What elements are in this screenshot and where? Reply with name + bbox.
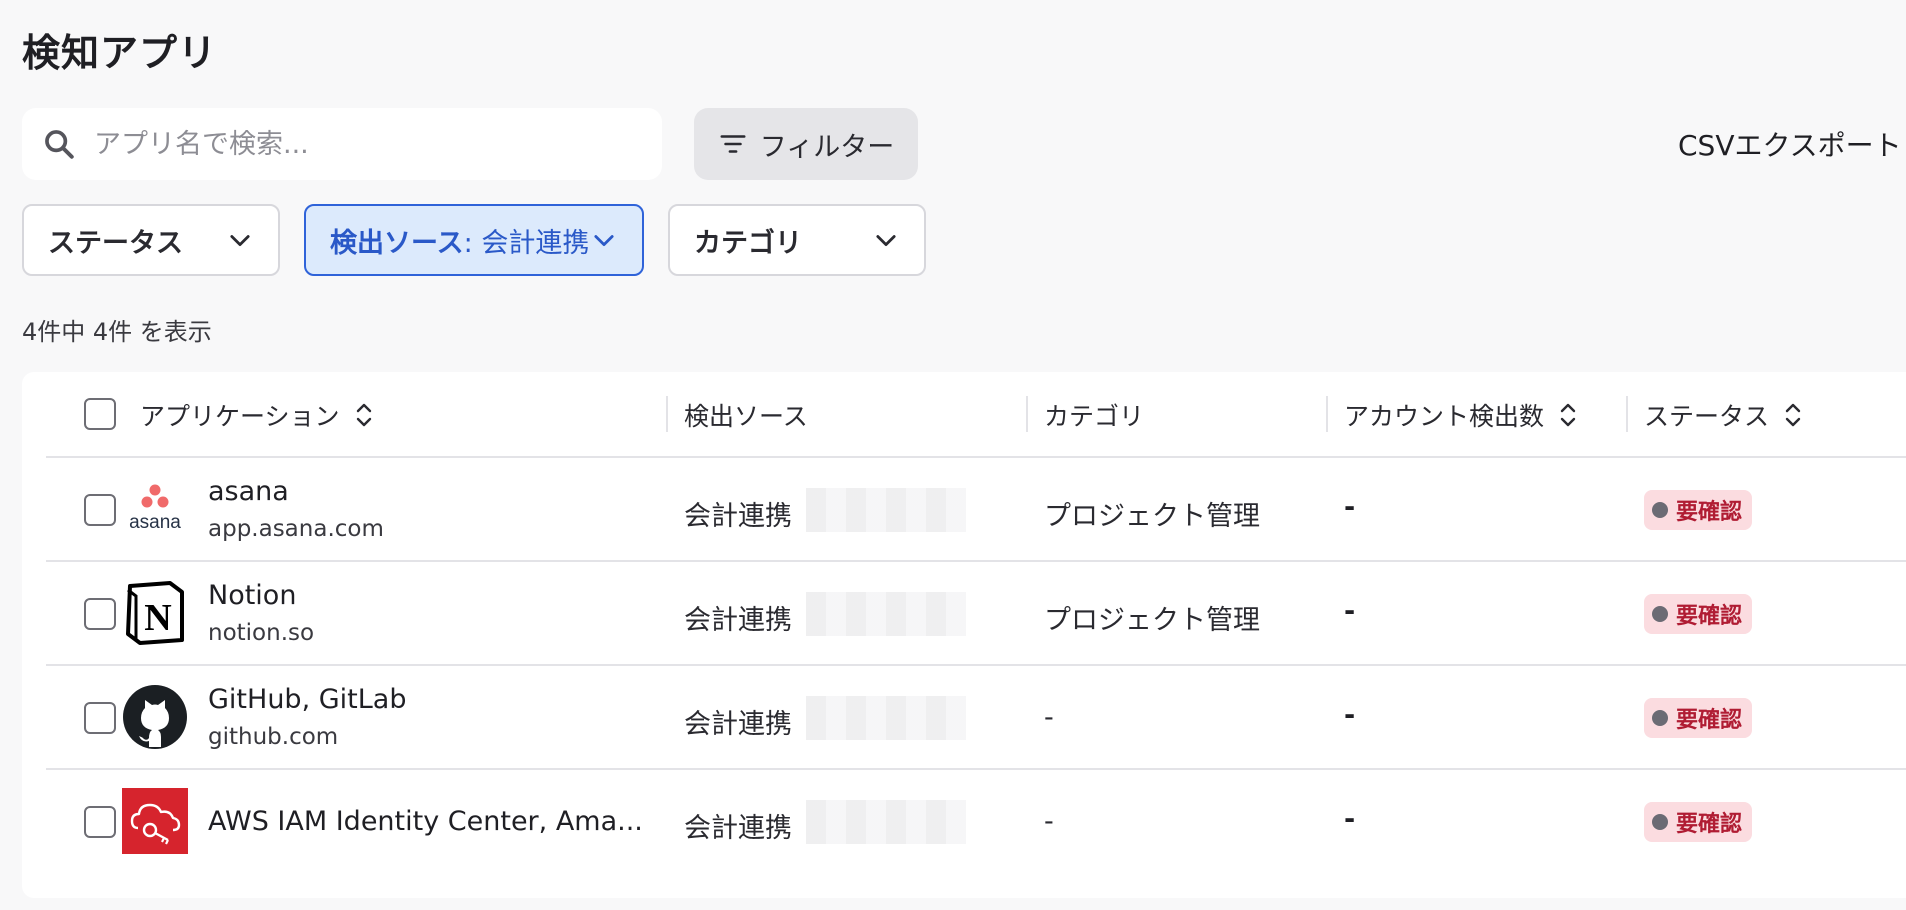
search-box[interactable] xyxy=(22,108,662,180)
app-domain: app.asana.com xyxy=(208,516,384,542)
app-domain: notion.so xyxy=(208,620,315,646)
column-header-application-label: アプリケーション xyxy=(140,402,340,431)
chevron-down-icon xyxy=(230,235,250,247)
svg-text:N: N xyxy=(144,597,171,639)
github-logo-icon xyxy=(122,684,188,750)
filter-button[interactable]: フィルター xyxy=(694,108,918,180)
sort-icon xyxy=(356,403,371,427)
source-cell: 会計連携 xyxy=(684,709,792,740)
app-name: Notion xyxy=(208,580,297,611)
status-badge-label: 要確認 xyxy=(1676,812,1743,837)
account-count-cell: - xyxy=(1344,596,1356,627)
redacted-region xyxy=(806,488,966,532)
page-title: 検知アプリ xyxy=(22,31,218,75)
aws-iam-logo-icon xyxy=(122,788,188,854)
redacted-region xyxy=(806,696,966,740)
category-cell: - xyxy=(1044,702,1054,733)
search-input[interactable] xyxy=(94,128,634,160)
status-badge: 要確認 xyxy=(1644,698,1753,738)
result-count: 4件中 4件 を表示 xyxy=(22,318,212,346)
status-dot-icon xyxy=(1652,502,1668,518)
column-header-account-count-label: アカウント検出数 xyxy=(1344,402,1545,431)
table-row[interactable]: asana asana app.asana.com 会計連携 プロジェクト管理 … xyxy=(46,458,1906,562)
category-filter-dropdown[interactable]: カテゴリ xyxy=(668,204,926,276)
status-badge: 要確認 xyxy=(1644,802,1753,842)
status-dot-icon xyxy=(1652,814,1668,830)
status-badge: 要確認 xyxy=(1644,490,1753,530)
source-cell: 会計連携 xyxy=(684,813,792,844)
status-badge-label: 要確認 xyxy=(1676,708,1743,733)
source-filter-dropdown[interactable]: 検出ソース: 会計連携 xyxy=(304,204,644,276)
sort-icon xyxy=(1785,403,1801,427)
status-badge-label: 要確認 xyxy=(1676,500,1743,525)
account-count-cell: - xyxy=(1344,492,1356,523)
app-name: AWS IAM Identity Center, Ama... xyxy=(208,806,643,837)
filter-button-label: フィルター xyxy=(759,131,895,163)
column-divider xyxy=(1626,396,1628,432)
column-header-account-count[interactable]: アカウント検出数 xyxy=(1344,372,1580,458)
source-cell: 会計連携 xyxy=(684,501,792,532)
row-checkbox[interactable] xyxy=(84,598,116,630)
table-row[interactable]: AWS IAM Identity Center, Ama... 会計連携 - -… xyxy=(46,770,1906,874)
chevron-down-icon xyxy=(594,235,614,247)
status-filter-label: ステータス xyxy=(48,227,183,259)
app-name: GitHub, GitLab xyxy=(208,684,407,715)
notion-logo-icon: N xyxy=(122,580,188,646)
column-divider xyxy=(666,396,668,432)
csv-export-button[interactable]: CSVエクスポート xyxy=(1678,124,1902,164)
source-filter-value: : 会計連携 xyxy=(463,227,590,259)
source-cell: 会計連携 xyxy=(684,605,792,636)
column-header-source: 検出ソース xyxy=(684,372,808,458)
category-cell: - xyxy=(1044,806,1054,837)
redacted-region xyxy=(806,800,966,844)
status-filter-dropdown[interactable]: ステータス xyxy=(22,204,280,276)
status-badge: 要確認 xyxy=(1644,594,1753,634)
column-divider xyxy=(1026,396,1028,432)
redacted-region xyxy=(806,592,966,636)
select-all-checkbox[interactable] xyxy=(84,398,116,430)
category-cell: プロジェクト管理 xyxy=(1044,501,1260,532)
column-header-status[interactable]: ステータス xyxy=(1644,372,1805,458)
asana-logo-icon: asana xyxy=(122,476,188,542)
row-checkbox[interactable] xyxy=(84,702,116,734)
column-header-category: カテゴリ xyxy=(1044,372,1144,458)
status-badge-label: 要確認 xyxy=(1676,604,1743,629)
source-filter-text: 検出ソース: 会計連携 xyxy=(330,221,589,260)
table-header: アプリケーション 検出ソース カテゴリ アカウント検出数 ステータス xyxy=(46,372,1906,458)
category-filter-label: カテゴリ xyxy=(694,227,802,259)
source-filter-key: 検出ソース xyxy=(330,227,464,259)
column-divider xyxy=(1326,396,1328,432)
search-icon xyxy=(45,130,74,159)
app-name: asana xyxy=(208,476,289,507)
column-header-category-label: カテゴリ xyxy=(1044,402,1145,431)
status-dot-icon xyxy=(1652,606,1668,622)
column-header-application[interactable]: アプリケーション xyxy=(140,372,376,458)
svg-text:asana: asana xyxy=(129,512,181,533)
row-checkbox[interactable] xyxy=(84,494,116,526)
status-dot-icon xyxy=(1652,710,1668,726)
column-header-status-label: ステータス xyxy=(1644,402,1770,431)
account-count-cell: - xyxy=(1344,700,1356,731)
sort-icon xyxy=(1560,403,1576,427)
table-row[interactable]: GitHub, GitLab github.com 会計連携 - - 要確認 xyxy=(46,666,1906,770)
category-cell: プロジェクト管理 xyxy=(1044,605,1260,636)
chevron-down-icon xyxy=(876,235,896,247)
row-checkbox[interactable] xyxy=(84,806,116,838)
app-domain: github.com xyxy=(208,724,339,750)
account-count-cell: - xyxy=(1344,804,1356,835)
table-row[interactable]: N Notion notion.so 会計連携 プロジェクト管理 - 要確認 xyxy=(46,562,1906,666)
filter-icon xyxy=(720,135,746,153)
column-header-source-label: 検出ソース xyxy=(684,402,808,431)
apps-table: アプリケーション 検出ソース カテゴリ アカウント検出数 ステータス asana xyxy=(22,372,1906,898)
